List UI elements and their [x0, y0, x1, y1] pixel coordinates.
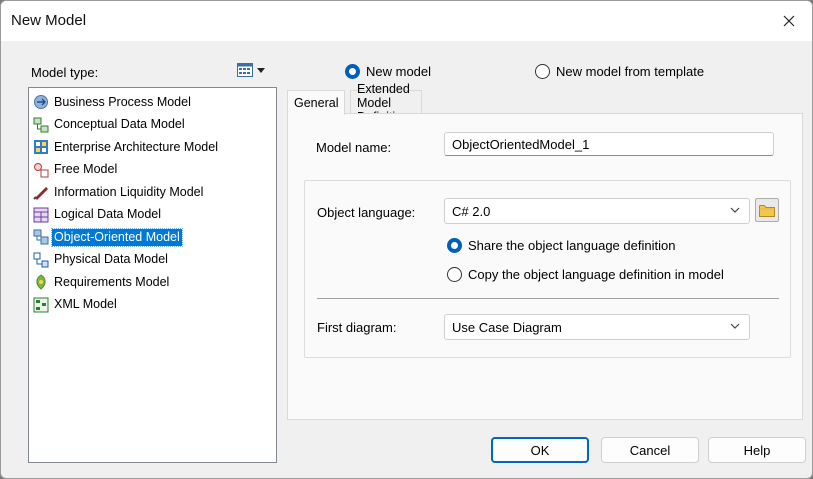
ok-button[interactable]: OK: [491, 437, 589, 463]
model-type-item-label: Conceptual Data Model: [54, 117, 185, 132]
dialog-title: New Model: [11, 12, 87, 29]
model-type-item[interactable]: Logical Data Model: [31, 204, 274, 227]
enterprise-architecture-icon: [33, 139, 49, 155]
folder-icon: [759, 204, 775, 217]
browse-language-button[interactable]: [755, 198, 779, 222]
cancel-button[interactable]: Cancel: [601, 437, 699, 463]
model-type-item-label: Enterprise Architecture Model: [54, 139, 218, 154]
share-language-radio[interactable]: Share the object language definition: [447, 238, 675, 253]
model-type-item[interactable]: Information Liquidity Model: [31, 181, 274, 204]
model-name-input[interactable]: ObjectOrientedModel_1: [444, 132, 774, 156]
share-language-label: Share the object language definition: [468, 238, 676, 253]
from-template-radio-button[interactable]: [535, 64, 550, 79]
xml-model-icon: [33, 297, 49, 313]
object-oriented-icon: [33, 229, 49, 245]
model-type-item-label: Business Process Model: [54, 94, 191, 109]
model-type-item[interactable]: Free Model: [31, 159, 274, 182]
model-type-item-label: Requirements Model: [54, 274, 170, 289]
copy-language-radio[interactable]: Copy the object language definition in m…: [447, 267, 724, 282]
help-button[interactable]: Help: [708, 437, 806, 463]
model-type-item[interactable]: Conceptual Data Model: [31, 114, 274, 137]
dropdown-arrow-icon: [257, 67, 265, 73]
chevron-down-icon: [730, 323, 740, 329]
physical-data-icon: [33, 252, 49, 268]
model-type-item[interactable]: Business Process Model: [31, 91, 274, 114]
object-language-label: Object language:: [317, 205, 416, 220]
model-type-item[interactable]: Requirements Model: [31, 271, 274, 294]
from-template-radio-label: New model from template: [556, 64, 705, 79]
model-type-item-label: Object-Oriented Model: [51, 227, 183, 247]
tab-general[interactable]: General: [287, 90, 346, 115]
logical-data-icon: [33, 207, 49, 223]
requirements-icon: [33, 274, 49, 290]
model-type-item-label: Logical Data Model: [54, 207, 162, 222]
title-bar: New Model: [1, 1, 812, 41]
conceptual-data-icon: [33, 117, 49, 133]
model-type-item[interactable]: XML Model: [31, 294, 274, 317]
object-language-value: C# 2.0: [452, 204, 491, 219]
model-name-label: Model name:: [316, 140, 392, 155]
model-type-item[interactable]: Physical Data Model: [31, 249, 274, 272]
information-liquidity-icon: [33, 184, 49, 201]
share-language-radio-button[interactable]: [447, 238, 462, 253]
new-model-radio-button[interactable]: [345, 64, 360, 79]
close-icon: [783, 15, 795, 27]
new-model-radio-label: New model: [366, 64, 432, 79]
model-type-item[interactable]: Enterprise Architecture Model: [31, 136, 274, 159]
first-diagram-value: Use Case Diagram: [452, 320, 562, 335]
model-type-item-label: Free Model: [54, 162, 118, 177]
business-process-icon: [33, 94, 49, 110]
model-type-item-label: XML Model: [54, 297, 117, 312]
new-model-from-template-radio[interactable]: New model from template: [535, 64, 704, 79]
tab-extended-model-definitions[interactable]: Extended Model Definitions: [350, 82, 423, 124]
view-mode-dropdown[interactable]: [237, 61, 273, 79]
first-diagram-select[interactable]: Use Case Diagram: [444, 314, 750, 340]
model-type-item-label: Information Liquidity Model: [54, 184, 204, 199]
model-type-item-label: Physical Data Model: [54, 252, 168, 267]
tab-general-label: General: [294, 96, 339, 110]
list-view-icon: [237, 63, 253, 77]
new-model-radio[interactable]: New model: [345, 64, 431, 79]
object-language-select[interactable]: C# 2.0: [444, 198, 750, 224]
group-separator: [317, 298, 779, 299]
chevron-down-icon: [730, 207, 740, 213]
model-type-label: Model type:: [31, 65, 99, 80]
first-diagram-label: First diagram:: [317, 320, 397, 335]
copy-language-radio-button[interactable]: [447, 267, 462, 282]
free-model-icon: [33, 162, 49, 178]
new-model-dialog: New Model Model type: New model New mode…: [0, 0, 813, 479]
model-type-item[interactable]: Object-Oriented Model: [31, 226, 274, 249]
close-button[interactable]: [766, 1, 812, 41]
copy-language-label: Copy the object language definition in m…: [468, 267, 724, 282]
model-type-list[interactable]: Business Process Model Conceptual Data Mo…: [28, 87, 277, 463]
